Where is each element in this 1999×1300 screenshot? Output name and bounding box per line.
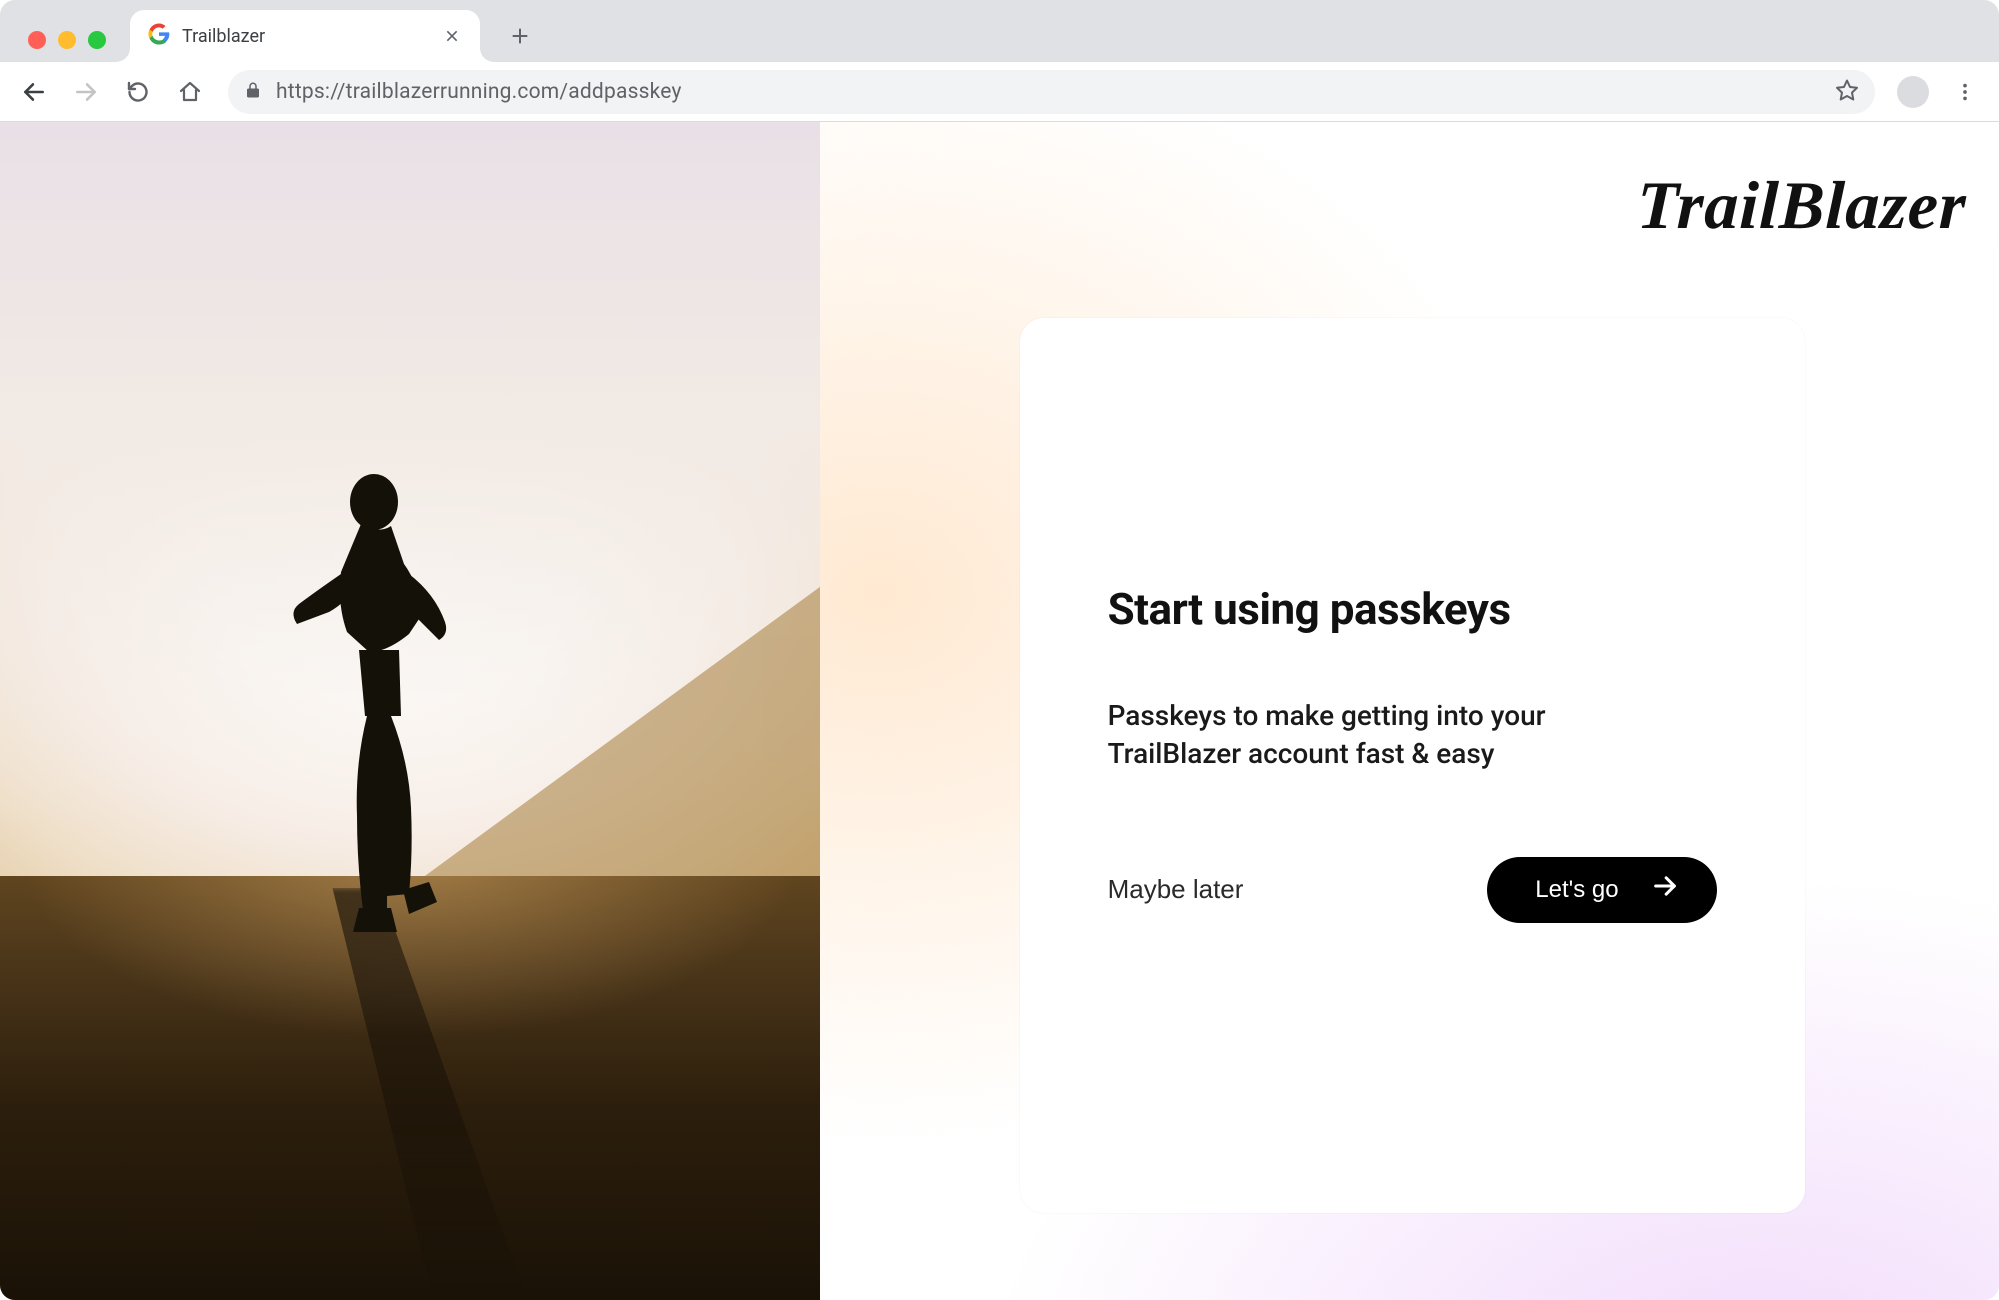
address-bar[interactable]: https://trailblazerrunning.com/addpasske… — [228, 70, 1875, 114]
actions-row: Maybe later Let's go — [1108, 857, 1717, 923]
window-controls — [28, 31, 106, 49]
new-tab-button[interactable] — [502, 18, 538, 54]
google-favicon-icon — [148, 23, 170, 49]
window-close-button[interactable] — [28, 31, 46, 49]
home-button[interactable] — [168, 70, 212, 114]
browser-tab[interactable]: Trailblazer — [130, 10, 480, 62]
hero-image — [0, 122, 820, 1300]
window-maximize-button[interactable] — [88, 31, 106, 49]
tab-title: Trailblazer — [182, 26, 430, 47]
brand-logo: TrailBlazer — [1636, 166, 1968, 245]
back-button[interactable] — [12, 70, 56, 114]
close-tab-button[interactable] — [442, 26, 462, 46]
page-content: TrailBlazer Start using passkeys Passkey… — [0, 122, 1999, 1300]
browser-toolbar: https://trailblazerrunning.com/addpasske… — [0, 62, 1999, 122]
forward-button[interactable] — [64, 70, 108, 114]
profile-button[interactable] — [1891, 70, 1935, 114]
bookmark-button[interactable] — [1835, 78, 1859, 106]
page-heading: Start using passkeys — [1108, 583, 1717, 635]
maybe-later-button[interactable]: Maybe later — [1108, 866, 1244, 913]
browser-tab-strip: Trailblazer — [0, 0, 1999, 62]
lock-icon — [244, 81, 262, 103]
runner-illustration — [264, 464, 494, 984]
menu-button[interactable] — [1943, 70, 1987, 114]
reload-button[interactable] — [116, 70, 160, 114]
lets-go-label: Let's go — [1535, 876, 1618, 904]
passkey-card: Start using passkeys Passkeys to make ge… — [1020, 318, 1805, 1213]
url-text: https://trailblazerrunning.com/addpasske… — [276, 80, 682, 104]
page-subtext: Passkeys to make getting into your Trail… — [1108, 697, 1668, 773]
arrow-right-icon — [1651, 872, 1679, 907]
window-minimize-button[interactable] — [58, 31, 76, 49]
lets-go-button[interactable]: Let's go — [1487, 857, 1716, 923]
right-panel: TrailBlazer Start using passkeys Passkey… — [820, 122, 1999, 1300]
browser-window: Trailblazer — [0, 0, 1999, 1300]
